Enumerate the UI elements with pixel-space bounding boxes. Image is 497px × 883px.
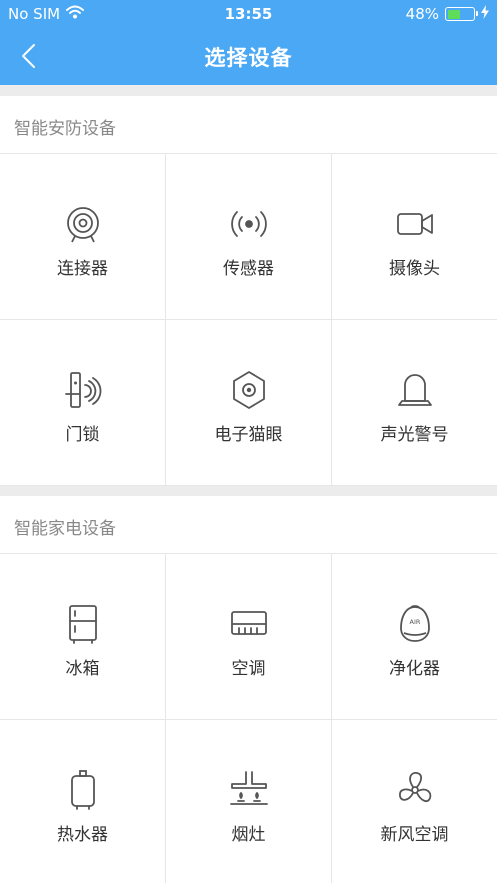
connector-icon — [63, 204, 103, 244]
section-gap — [0, 85, 497, 96]
device-cell-connector[interactable]: 连接器 — [0, 154, 166, 320]
water-heater-icon — [63, 770, 103, 810]
device-grid-security: 连接器 传感器 摄像头 门锁 电子猫眼 声光警号 — [0, 154, 497, 486]
section-title: 智能家电设备 — [14, 519, 116, 539]
device-label: 电子猫眼 — [214, 425, 283, 445]
device-cell-peephole[interactable]: 电子猫眼 — [166, 320, 332, 486]
device-cell-fresh-air-fan[interactable]: 新风空调 — [332, 720, 497, 883]
page-title: 选择设备 — [204, 46, 293, 70]
battery-percent: 48% — [405, 5, 439, 23]
peephole-icon — [229, 370, 269, 410]
device-cell-fridge[interactable]: 冰箱 — [0, 554, 166, 720]
section-header-appliances: 智能家电设备 — [0, 496, 497, 554]
camera-icon — [395, 204, 435, 244]
device-label: 空调 — [231, 659, 266, 679]
device-label: 烟灶 — [231, 825, 266, 845]
air-purifier-icon: AIR — [395, 604, 435, 644]
device-cell-camera[interactable]: 摄像头 — [332, 154, 497, 320]
device-cell-alarm-siren[interactable]: 声光警号 — [332, 320, 497, 486]
fresh-air-fan-icon — [395, 770, 435, 810]
battery-fill — [447, 9, 460, 19]
device-label: 连接器 — [57, 259, 108, 279]
device-label: 传感器 — [223, 259, 274, 279]
sensor-icon — [229, 204, 269, 244]
door-lock-icon — [63, 370, 103, 410]
range-hood-stove-icon — [229, 770, 269, 810]
device-cell-sensor[interactable]: 传感器 — [166, 154, 332, 320]
status-bar: No SIM 13:55 48% — [0, 0, 497, 28]
charging-bolt-icon — [481, 5, 489, 23]
device-label: 声光警号 — [380, 425, 449, 445]
device-cell-door-lock[interactable]: 门锁 — [0, 320, 166, 486]
nav-bar: 选择设备 — [0, 28, 497, 85]
device-label: 门锁 — [65, 425, 100, 445]
device-cell-air-purifier[interactable]: AIR 净化器 — [332, 554, 497, 720]
device-cell-range-hood-stove[interactable]: 烟灶 — [166, 720, 332, 883]
header: No SIM 13:55 48% 选择设备 — [0, 0, 497, 85]
section-title: 智能安防设备 — [14, 119, 116, 139]
purifier-air-text: AIR — [410, 618, 421, 626]
alarm-siren-icon — [395, 370, 435, 410]
fridge-icon — [63, 604, 103, 644]
battery-icon — [445, 7, 478, 21]
device-grid-appliances: 冰箱 空调 AIR 净化器 热水器 烟灶 新风空调 — [0, 554, 497, 883]
section-header-security: 智能安防设备 — [0, 96, 497, 154]
status-right: 48% — [406, 5, 489, 23]
device-cell-air-conditioner[interactable]: 空调 — [166, 554, 332, 720]
device-label: 新风空调 — [380, 825, 449, 845]
section-gap — [0, 486, 497, 496]
device-label: 热水器 — [57, 825, 108, 845]
device-label: 摄像头 — [389, 259, 440, 279]
device-label: 净化器 — [389, 659, 440, 679]
device-cell-water-heater[interactable]: 热水器 — [0, 720, 166, 883]
air-conditioner-icon — [229, 604, 269, 644]
device-label: 冰箱 — [65, 659, 100, 679]
